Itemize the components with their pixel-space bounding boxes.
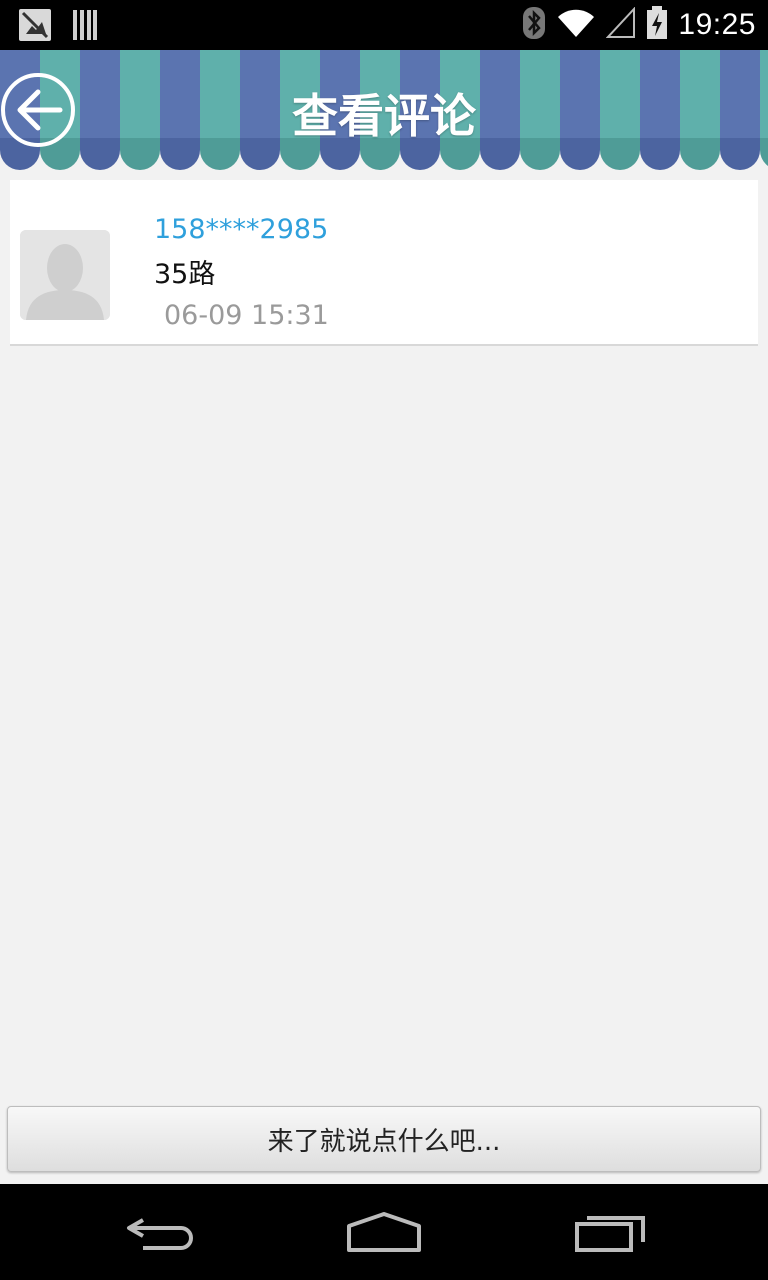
- page-title: 查看评论: [292, 89, 476, 143]
- comment-input-button[interactable]: 来了就说点什么吧...: [7, 1106, 761, 1172]
- nav-recent-apps-button[interactable]: [565, 1202, 655, 1262]
- bluetooth-icon: [522, 6, 546, 44]
- comment-list: 158****2985 35路 06-09 15:31: [10, 180, 758, 346]
- nav-home-button[interactable]: [339, 1202, 429, 1262]
- status-left-icons: [18, 8, 98, 46]
- signal-icon: [606, 6, 636, 43]
- comment-text: 35路: [154, 259, 216, 290]
- wifi-icon: [556, 7, 596, 43]
- home-icon: [347, 1212, 421, 1252]
- back-icon: [127, 1218, 193, 1250]
- status-right-icons: 19:25: [522, 0, 756, 50]
- default-user-avatar-icon: [20, 230, 110, 320]
- status-time: 19:25: [678, 8, 756, 41]
- comment-timestamp: 06-09 15:31: [164, 300, 329, 331]
- comment-username[interactable]: 158****2985: [154, 214, 328, 245]
- barcode-icon: [72, 9, 98, 45]
- nav-back-button[interactable]: [115, 1202, 205, 1262]
- status-bar: 19:25: [0, 0, 768, 50]
- comment-item[interactable]: 158****2985 35路 06-09 15:31: [10, 180, 758, 346]
- recent-apps-icon: [575, 1216, 645, 1252]
- title-bar: 查看评论: [0, 50, 768, 170]
- navigation-bar: [0, 1184, 768, 1280]
- notification-app-icon: [18, 8, 52, 46]
- comment-input-placeholder: 来了就说点什么吧...: [267, 1126, 501, 1157]
- battery-charging-icon: [646, 6, 668, 44]
